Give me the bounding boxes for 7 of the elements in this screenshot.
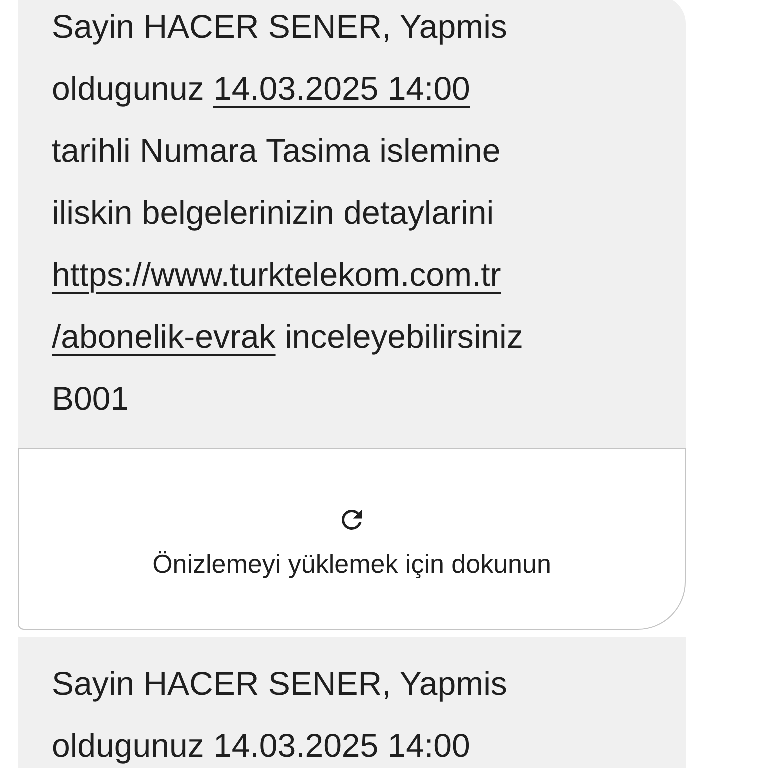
preview-hint: Önizlemeyi yüklemek için dokunun — [152, 548, 552, 580]
message-link[interactable]: https://www.turktelekom.com.tr — [52, 256, 502, 293]
message-link[interactable]: /abonelik-evrak — [52, 318, 276, 355]
message-text: Sayin HACER SENER, Yapmis oldugunuz 14.03.2025 14:00 — [52, 664, 508, 766]
link-preview-card[interactable]: Önizlemeyi yüklemek için dokunun — [18, 448, 686, 630]
message-text: Sayin HACER SENER, Yapmis oldugunuz 14.03.2025 14:00 tarihli Numara Tasima islemine iliskin belgelerinizin detaylarini https://www.turktelekom.com.tr /abonelik-evrak inceleyebilirsiniz B001 — [52, 7, 524, 419]
message-link[interactable]: 14.03.2025 14:00 — [213, 70, 470, 107]
